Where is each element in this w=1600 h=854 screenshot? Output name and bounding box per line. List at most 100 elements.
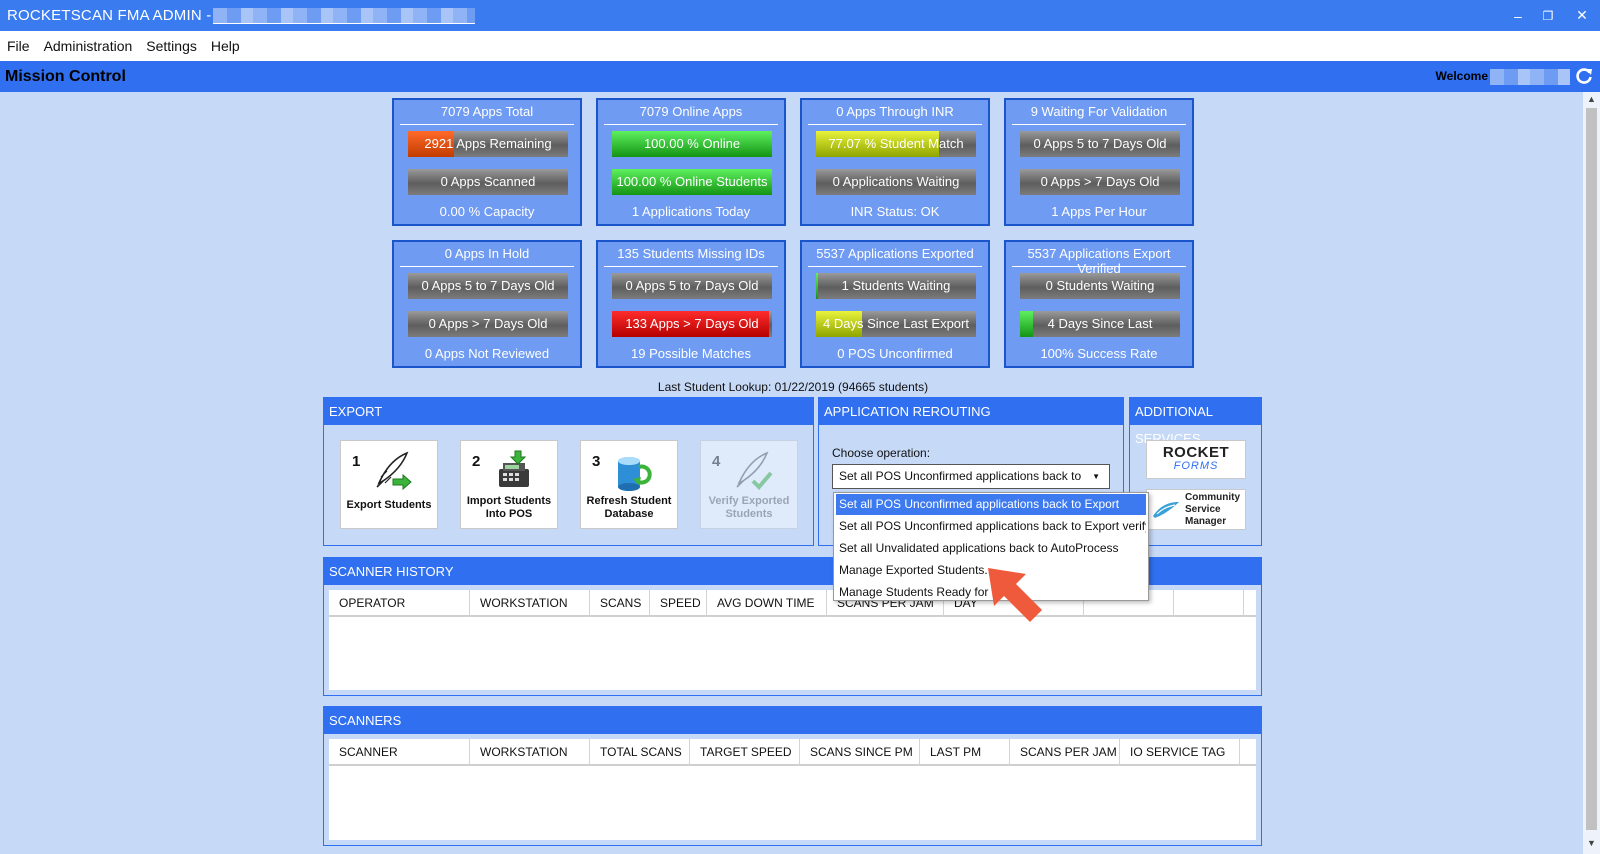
refresh-button[interactable] xyxy=(1574,66,1594,86)
progress-bar: 2921 Apps Remaining xyxy=(408,131,568,157)
import-students-label-line1: Import Students xyxy=(466,495,552,507)
progress-bar: 4 Days Since Last Export xyxy=(816,311,976,337)
redacted-title-text xyxy=(213,7,476,24)
stat-card: 7079 Online Apps 100.00 % Online Applicat… xyxy=(596,98,786,226)
stat-card-title: 7079 Online Apps xyxy=(639,104,743,119)
csm-label-line2: Service xyxy=(1185,504,1221,515)
export-panel: EXPORT 1 Export Students 2 Import Studen… xyxy=(323,397,814,546)
database-refresh-icon xyxy=(618,457,652,491)
stat-card-divider xyxy=(400,124,574,125)
rerouting-panel-title: APPLICATION REROUTING xyxy=(819,398,1123,425)
export-panel-title: EXPORT xyxy=(324,398,813,425)
stat-card-title: 0 Apps In Hold xyxy=(444,246,530,261)
history-column-header[interactable]: WORKSTATION xyxy=(470,590,590,617)
progress-bar-label: 2921 Apps Remaining xyxy=(424,136,552,151)
community-service-manager-logo-icon xyxy=(1153,502,1179,518)
stat-card-title: 7079 Apps Total xyxy=(440,104,534,119)
export-students-label: Export Students xyxy=(346,499,432,511)
progress-bar: 100.00 % Online Applications xyxy=(612,131,772,157)
verify-exported-label-line2: Students xyxy=(725,508,773,520)
progress-bar-label: 0 Apps 5 to 7 Days Old xyxy=(1033,136,1167,151)
refresh-student-database-button[interactable]: 3 Refresh Student Database xyxy=(580,440,678,529)
mission-control-header: Mission Control Welcome xyxy=(0,61,1600,92)
scanners-column-header[interactable]: SCANS PER JAM xyxy=(1010,739,1120,766)
step-number: 2 xyxy=(472,453,481,470)
operation-select[interactable]: Set all POS Unconfirmed applications bac… xyxy=(832,464,1110,489)
dropdown-option[interactable]: Set all POS Unconfirmed applications bac… xyxy=(836,516,1146,537)
scanners-column-header[interactable]: TOTAL SCANS xyxy=(590,739,690,766)
progress-bar-label: 1 Students Waiting xyxy=(841,278,951,293)
stat-card-divider xyxy=(400,266,574,267)
history-column-header[interactable]: OPERATOR xyxy=(329,590,470,617)
refresh-database-label-line1: Refresh Student xyxy=(586,495,672,507)
menu-bar: File Administration Settings Help xyxy=(0,31,1600,61)
progress-bar: 0 Apps > 7 Days Old xyxy=(408,311,568,337)
stat-card-title: 9 Waiting For Validation xyxy=(1030,104,1168,119)
scanners-column-header[interactable]: LAST PM xyxy=(920,739,1010,766)
menu-settings[interactable]: Settings xyxy=(139,38,204,54)
scanners-column-header[interactable]: SCANNER xyxy=(329,739,470,766)
progress-bar-label: 77.07 % Student Match xyxy=(828,136,964,151)
page-title: Mission Control xyxy=(5,67,126,85)
dropdown-option[interactable]: Set all POS Unconfirmed applications bac… xyxy=(836,494,1146,515)
progress-bar-label: 4 Days Since Last xyxy=(1047,316,1153,331)
rocket-export-icon xyxy=(376,451,412,491)
rocket-forms-logo-top: ROCKET xyxy=(1162,444,1230,461)
progress-bar-label: 4 Days Since Last Export xyxy=(823,316,969,331)
scanners-panel: SCANNERS SCANNER WORKSTATION TOTAL SCANS TA… xyxy=(323,706,1262,846)
stat-card-footer: 19 Possible Matches xyxy=(631,346,751,361)
rocket-forms-logo-bottom: FORMS xyxy=(1173,460,1219,472)
scanners-column-header[interactable]: IO SERVICE TAG xyxy=(1120,739,1240,766)
scanners-header-row: SCANNER WORKSTATION TOTAL SCANS TARGET SPEE… xyxy=(329,739,1256,766)
chevron-down-icon: ▼ xyxy=(1092,472,1100,481)
progress-bar-label: 100.00 % Online Students xyxy=(616,174,768,189)
minimize-icon: – xyxy=(1514,7,1522,24)
history-column-header[interactable]: AVG DOWN TIME xyxy=(707,590,827,617)
restore-button[interactable]: ❐ xyxy=(1530,0,1566,31)
vertical-scrollbar[interactable]: ▲ ▼ xyxy=(1583,92,1600,854)
stat-card-footer: 1 Applications Today xyxy=(631,204,751,219)
stat-card: 5537 Applications Exported 1 Students Wai… xyxy=(800,240,990,368)
menu-file[interactable]: File xyxy=(0,38,37,54)
scanners-column-header[interactable]: TARGET SPEED xyxy=(690,739,800,766)
scroll-down-icon[interactable]: ▼ xyxy=(1587,838,1596,848)
rocket-forms-logo: ROCKET FORMS xyxy=(1147,441,1245,472)
history-column-header[interactable] xyxy=(1174,590,1244,617)
stat-card-footer: INR Status: OK xyxy=(850,204,940,219)
scanners-grid[interactable]: SCANNER WORKSTATION TOTAL SCANS TARGET SPEE… xyxy=(329,739,1256,840)
scanners-title: SCANNERS xyxy=(324,707,1261,734)
close-icon: ✕ xyxy=(1576,7,1588,23)
refresh-icon xyxy=(1576,68,1592,84)
verify-exported-students-button[interactable]: 4 Verify Exported Students xyxy=(700,440,798,529)
progress-bar-label: 0 Apps 5 to 7 Days Old xyxy=(421,278,555,293)
stat-card-title: 5537 Applications Exported xyxy=(816,246,974,261)
additional-services-title: ADDITIONAL SERVICES xyxy=(1130,398,1261,446)
menu-administration[interactable]: Administration xyxy=(37,38,140,54)
export-students-button[interactable]: 1 Export Students xyxy=(340,440,438,529)
annotation-arrow-icon xyxy=(988,568,1042,622)
scanners-column-header[interactable]: SCANS SINCE PM xyxy=(800,739,920,766)
history-column-header[interactable]: SCANS xyxy=(590,590,650,617)
import-students-label-line2: Into POS xyxy=(485,508,533,520)
close-button[interactable]: ✕ xyxy=(1564,0,1600,31)
progress-bar: 4 Days Since Last xyxy=(1020,311,1180,337)
import-students-button[interactable]: 2 Import Students Into POS xyxy=(460,440,558,529)
progress-bar-label: 133 Apps > 7 Days Old xyxy=(625,316,759,331)
progress-bar: 0 Students Waiting xyxy=(1020,273,1180,299)
scrollbar-thumb[interactable] xyxy=(1586,108,1597,830)
dropdown-option[interactable]: Set all Unvalidated applications back to… xyxy=(836,538,1146,559)
rocket-forms-button[interactable]: ROCKET FORMS xyxy=(1146,440,1246,479)
scanners-column-header[interactable]: WORKSTATION xyxy=(470,739,590,766)
menu-help[interactable]: Help xyxy=(204,38,247,54)
redacted-username xyxy=(1490,69,1570,85)
scanner-history-grid[interactable]: OPERATOR WORKSTATION SCANS SPEED AVG DOWN TI… xyxy=(329,590,1256,690)
scroll-up-icon[interactable]: ▲ xyxy=(1587,94,1596,104)
progress-bar: 77.07 % Student Match xyxy=(816,131,976,157)
stat-card: 7079 Apps Total 2921 Apps Remaining 0 Apps… xyxy=(392,98,582,226)
step-number: 4 xyxy=(712,453,721,470)
progress-bar: 0 Apps 5 to 7 Days Old xyxy=(408,273,568,299)
cash-register-icon xyxy=(499,450,529,487)
community-service-manager-button[interactable]: Community Service Manager xyxy=(1146,489,1246,530)
step-number: 1 xyxy=(352,453,361,470)
history-column-header[interactable]: SPEED xyxy=(650,590,707,617)
